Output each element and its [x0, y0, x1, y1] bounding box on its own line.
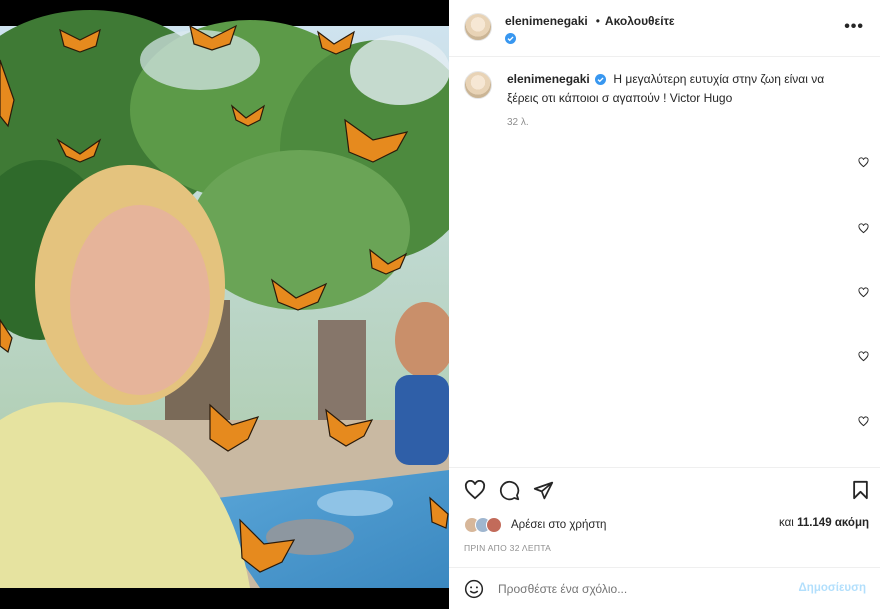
comment-input[interactable]: [498, 582, 768, 596]
heart-icon[interactable]: [858, 285, 869, 298]
caption: elenimenegaki Η μεγαλύτερη ευτυχία στην …: [464, 71, 837, 107]
likes-prefix: και: [779, 517, 794, 529]
caption-avatar[interactable]: [464, 71, 492, 99]
share-icon[interactable]: [533, 480, 554, 506]
publish-button[interactable]: Δημοσίευση: [799, 582, 866, 594]
more-icon[interactable]: •••: [844, 18, 864, 36]
comment-icon[interactable]: [499, 480, 520, 506]
emoji-icon[interactable]: [464, 579, 484, 599]
photo-illustration: [0, 0, 449, 609]
avatar[interactable]: [464, 13, 492, 41]
instagram-post-view: elenimenegaki • Ακολουθείτε ••• elenimen…: [0, 0, 880, 609]
likes-count[interactable]: και 11.149 ακόμη: [779, 517, 869, 529]
heart-icon[interactable]: [858, 414, 869, 427]
bookmark-icon[interactable]: [852, 480, 869, 505]
liker-avatars[interactable]: [464, 517, 502, 533]
caption-time[interactable]: 32 λ.: [507, 117, 529, 128]
likes-text[interactable]: Αρέσει στο χρήστη: [511, 519, 606, 531]
heart-icon[interactable]: [858, 349, 869, 362]
actions-divider: [449, 467, 880, 468]
heart-icon[interactable]: [858, 221, 869, 234]
verified-badge-icon: [595, 73, 607, 90]
likes-row: Αρέσει στο χρήστη και 11.149 ακόμη: [464, 515, 869, 535]
post-details-panel: elenimenegaki • Ακολουθείτε ••• elenimen…: [449, 0, 880, 609]
post-photo[interactable]: [0, 0, 449, 609]
heart-icon[interactable]: [464, 479, 486, 505]
comment-bar: Δημοσίευση: [449, 570, 880, 609]
likes-number: 11.149: [797, 517, 832, 529]
post-header: elenimenegaki • Ακολουθείτε •••: [449, 0, 880, 56]
heart-icon[interactable]: [858, 155, 869, 168]
header-text: elenimenegaki • Ακολουθείτε: [505, 14, 675, 49]
caption-body: elenimenegaki Η μεγαλύτερη ευτυχία στην …: [507, 71, 837, 107]
verified-badge-icon: [505, 31, 516, 49]
header-username[interactable]: elenimenegaki: [505, 14, 588, 28]
header-separator: •: [595, 14, 600, 28]
caption-username[interactable]: elenimenegaki: [507, 72, 590, 86]
posted-time[interactable]: ΠΡΙΝ ΑΠΟ 32 ΛΕΠΤΑ: [464, 543, 551, 553]
action-bar: [464, 479, 869, 505]
following-button[interactable]: Ακολουθείτε: [605, 14, 675, 28]
avatar: [486, 517, 502, 533]
comment-divider: [449, 567, 880, 568]
header-divider: [449, 56, 880, 57]
likes-suffix: ακόμη: [834, 517, 869, 529]
